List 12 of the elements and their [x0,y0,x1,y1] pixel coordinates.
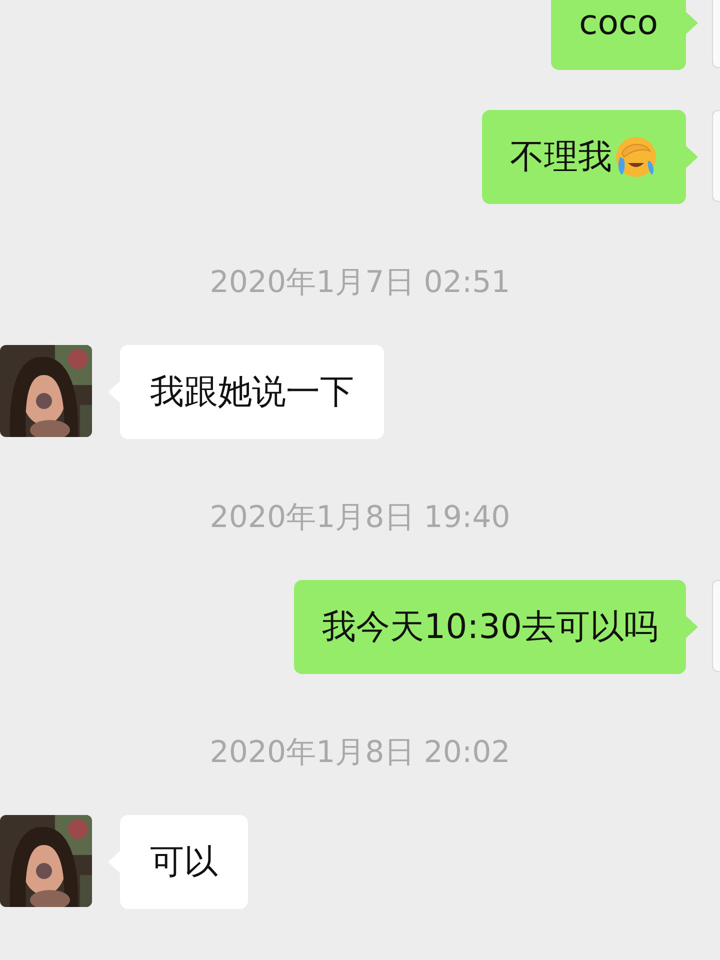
bubble-tail [686,12,698,34]
message-bubble: 可以 [120,815,248,909]
message-bubble: coco [551,0,686,70]
message-bubble: 我跟她说一下 [120,345,384,439]
timestamp: 2020年1月8日 20:02 [210,736,510,770]
message-bubble: 不理我 [482,110,686,204]
bubble-tail [686,146,698,168]
bubble-tail [686,616,698,638]
timestamp: 2020年1月8日 19:40 [210,501,510,535]
message-bubble: 我今天10:30去可以吗 [294,580,686,674]
avatar [712,0,720,68]
timestamp: 2020年1月7日 02:51 [210,266,510,300]
